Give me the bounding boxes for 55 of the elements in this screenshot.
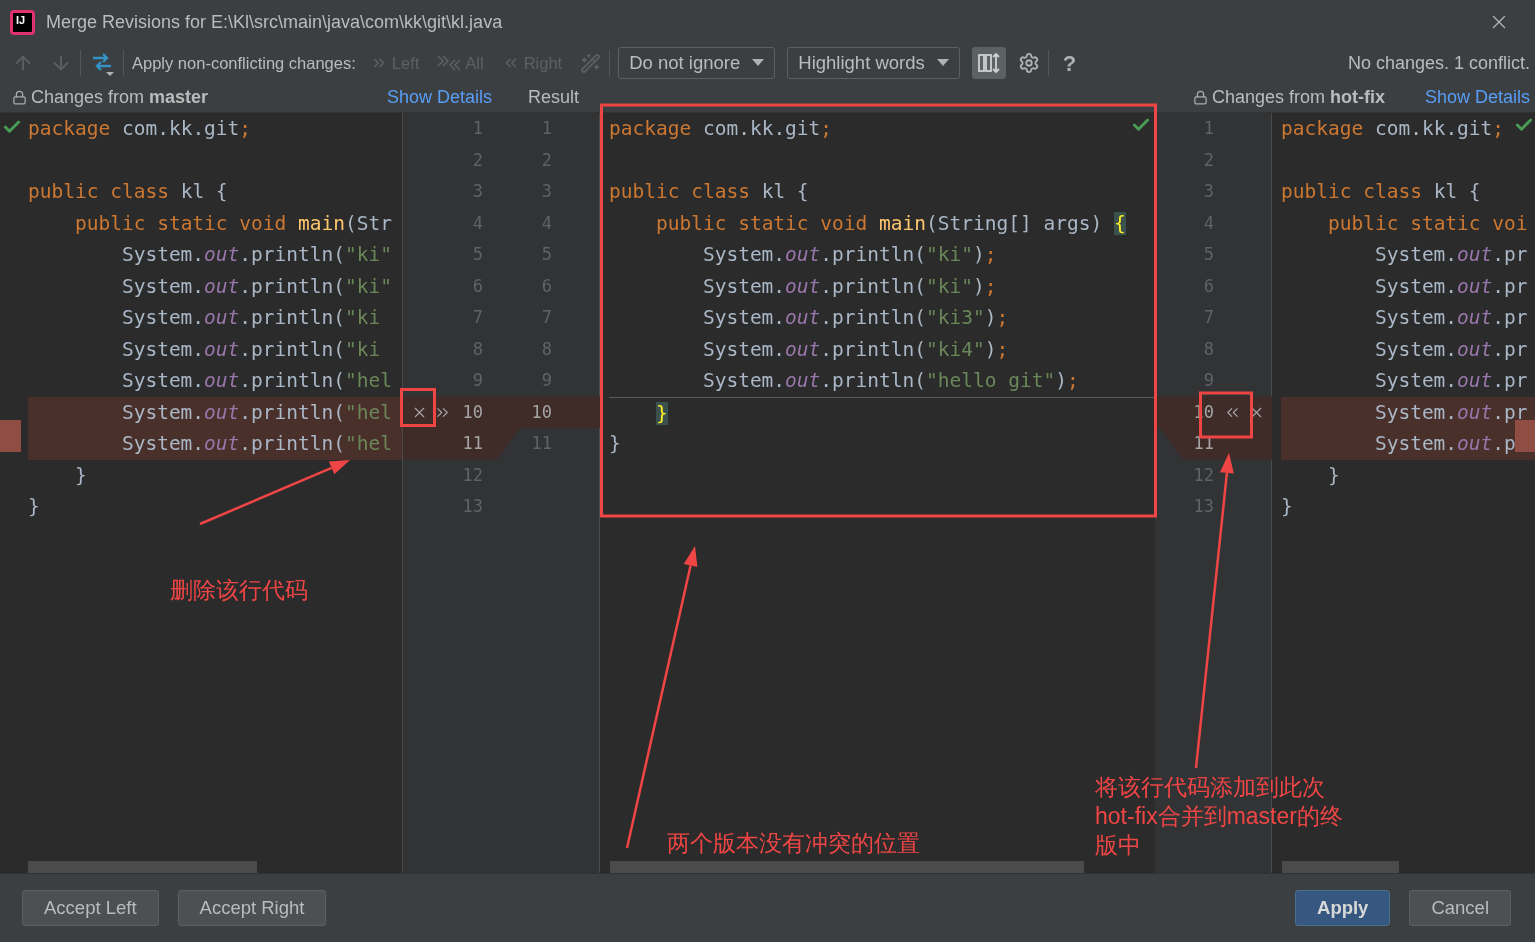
code-line: public class kl { [28, 180, 228, 203]
dialog-button[interactable]: Accept Left [22, 890, 159, 926]
panel-title: Result [528, 86, 580, 107]
line-number: 11 [461, 432, 483, 455]
code-line: System.out.println("ki"); [701, 243, 997, 266]
dialog-button[interactable]: Apply [1295, 890, 1391, 926]
code-line: System.out.pr [1373, 400, 1528, 424]
code-line: System.out.println("ki" [120, 243, 392, 266]
code-line: public class kl { [1281, 180, 1481, 203]
code-line: } [1281, 495, 1293, 518]
code-line: package com.kk.git; [609, 117, 833, 140]
dialog-button[interactable]: Cancel [1409, 890, 1511, 926]
line-number: 10 [530, 400, 552, 424]
code-line: System.out.pr [1373, 274, 1528, 298]
status-text: No changes. 1 conflict. [1347, 51, 1530, 75]
code-line: package com.kk.git; [1281, 117, 1505, 140]
dropdown-button[interactable]: Highlight words [787, 47, 960, 79]
code-line: } [1326, 463, 1340, 487]
dialog-button[interactable]: Accept Right [177, 890, 327, 926]
code-line: public static void main(Str [73, 211, 392, 235]
code-line: System.out.println("hello git"); [701, 369, 1079, 392]
code-line: System.out.println("ki [120, 306, 381, 329]
code-line: System.out.println("ki [120, 337, 381, 361]
show-details-link[interactable]: Show Details [386, 83, 492, 111]
apply-label: Apply non-conflicting changes: [132, 52, 356, 74]
code-line: System.out.println("ki"); [701, 274, 997, 298]
code-line: } [28, 495, 40, 518]
panel-title: Changes from hot-fix [1212, 85, 1386, 109]
dropdown-button[interactable]: Do not ignore [618, 47, 776, 79]
code-line: System.out.pr [1373, 243, 1528, 266]
code-line: System.out.println("ki" [120, 274, 392, 298]
code-line: } [609, 432, 621, 455]
panel-title: Changes from master [31, 85, 209, 109]
code-line: System.out.println("hel [120, 369, 392, 392]
code-line: } [73, 463, 87, 487]
annotation-text: 将该行代码添加到此次hot-fix合并到master的终版中 [1095, 773, 1344, 860]
code-line: System.out.pr [1373, 337, 1528, 361]
line-number: 10 [461, 400, 483, 424]
code-line: package com.kk.git; [28, 117, 252, 140]
code-line: public class kl { [609, 180, 809, 203]
code-line: System.out.println("hel [120, 400, 392, 424]
code-line: public static void main(String[] args) { [654, 211, 1126, 235]
code-line: System.out.p [1373, 432, 1516, 455]
app-logo: IJ [10, 9, 35, 35]
code-line: System.out.println("ki3"); [701, 306, 1009, 329]
code-line: System.out.pr [1373, 306, 1528, 329]
annotation-text: 删除该行代码 [170, 576, 308, 605]
code-line: System.out.println("hel [120, 432, 392, 455]
help-button[interactable]: ? [1062, 46, 1077, 80]
annotation-text: 两个版本没有冲突的位置 [667, 830, 920, 856]
show-details-link[interactable]: Show Details [1424, 83, 1530, 111]
code-line: public static voi [1326, 211, 1528, 235]
code-line: System.out.println("ki4"); [701, 337, 1009, 361]
window-title: Merge Revisions for E:\Kl\src\main\java\com\kk\git\kl.java [46, 10, 503, 34]
code-line: System.out.pr [1373, 369, 1528, 392]
